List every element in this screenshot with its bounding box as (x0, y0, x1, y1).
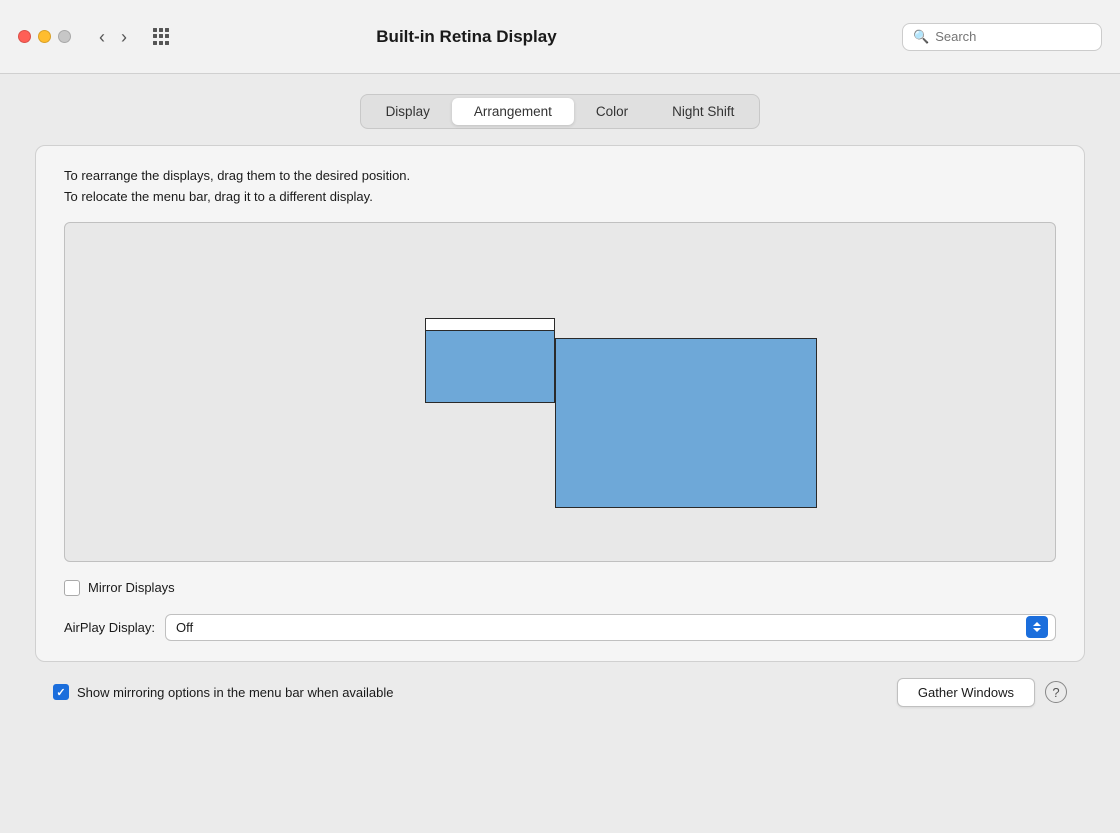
monitor-large[interactable] (555, 338, 817, 508)
help-button[interactable]: ? (1045, 681, 1067, 703)
mirror-displays-checkbox[interactable] (64, 580, 80, 596)
maximize-button[interactable] (58, 30, 71, 43)
tab-color[interactable]: Color (574, 98, 650, 125)
airplay-select[interactable]: Off On (165, 614, 1056, 641)
tab-night-shift[interactable]: Night Shift (650, 98, 756, 125)
titlebar: ‹ › Built-in Retina Display 🔍 (0, 0, 1120, 74)
mirror-displays-row: Mirror Displays (64, 580, 1056, 596)
show-mirroring-label: Show mirroring options in the menu bar w… (77, 685, 394, 700)
traffic-lights (18, 30, 71, 43)
search-input[interactable] (935, 29, 1091, 44)
instructions-line2: To relocate the menu bar, drag it to a d… (64, 187, 1056, 208)
instructions: To rearrange the displays, drag them to … (64, 166, 1056, 208)
back-button[interactable]: ‹ (93, 24, 111, 50)
search-box: 🔍 (902, 23, 1102, 51)
tab-display[interactable]: Display (364, 98, 452, 125)
mirror-displays-label: Mirror Displays (88, 580, 175, 595)
monitor-menu-bar (426, 319, 554, 331)
grid-icon[interactable] (153, 28, 171, 46)
bottom-buttons: Gather Windows ? (897, 678, 1067, 707)
instructions-line1: To rearrange the displays, drag them to … (64, 166, 1056, 187)
tab-arrangement[interactable]: Arrangement (452, 98, 574, 125)
monitor-small[interactable] (425, 318, 555, 403)
minimize-button[interactable] (38, 30, 51, 43)
main-content: Display Arrangement Color Night Shift To… (0, 74, 1120, 833)
tabs-container: Display Arrangement Color Night Shift (360, 94, 761, 129)
show-mirroring-row: Show mirroring options in the menu bar w… (53, 684, 394, 700)
display-canvas[interactable] (64, 222, 1056, 562)
close-button[interactable] (18, 30, 31, 43)
tabs: Display Arrangement Color Night Shift (360, 94, 761, 129)
airplay-select-container: Off On (165, 614, 1056, 641)
bottom-row: Show mirroring options in the menu bar w… (35, 662, 1085, 719)
window-title: Built-in Retina Display (183, 27, 750, 47)
airplay-row: AirPlay Display: Off On (64, 614, 1056, 641)
nav-buttons: ‹ › (93, 24, 133, 50)
airplay-label: AirPlay Display: (64, 620, 155, 635)
forward-button[interactable]: › (115, 24, 133, 50)
search-icon: 🔍 (913, 29, 929, 45)
gather-windows-button[interactable]: Gather Windows (897, 678, 1035, 707)
show-mirroring-checkbox[interactable] (53, 684, 69, 700)
arrangement-panel: To rearrange the displays, drag them to … (35, 145, 1085, 662)
